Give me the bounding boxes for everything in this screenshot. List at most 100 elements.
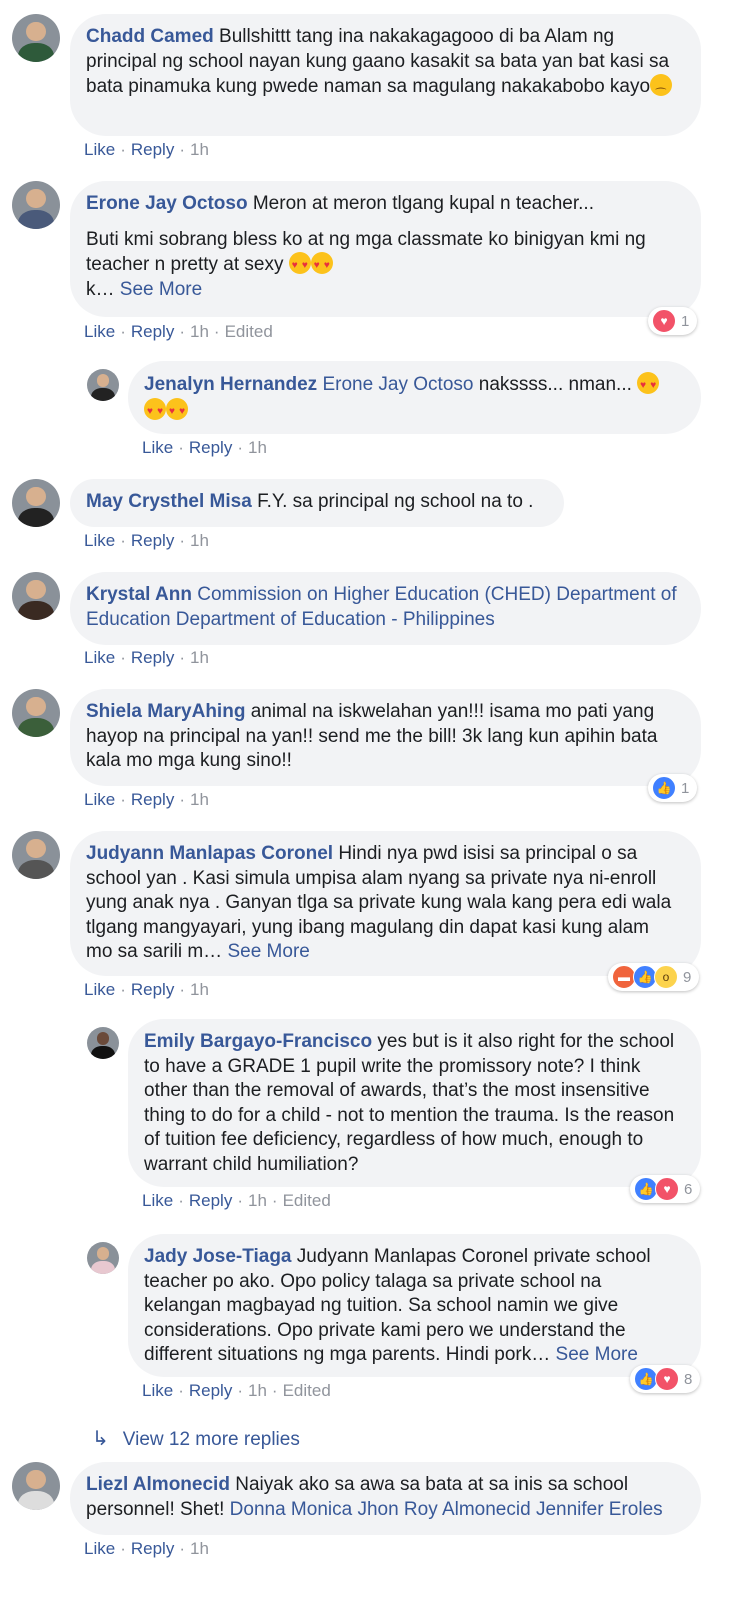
edited-label[interactable]: Edited	[283, 1381, 331, 1400]
commenter-name[interactable]: Shiela MaryAhing	[86, 701, 245, 722]
reply-link[interactable]: Reply	[131, 980, 174, 999]
commenter-name[interactable]: Jenalyn Hernandez	[144, 374, 317, 395]
commenter-name[interactable]: Judyann Manlapas Coronel	[86, 843, 333, 864]
reply-arrow-icon: ↳	[92, 1428, 109, 1450]
reaction-summary[interactable]: 👍 1	[648, 774, 698, 802]
like-link[interactable]: Like	[142, 438, 173, 457]
comment-text: k…	[86, 278, 115, 300]
timestamp[interactable]: 1h	[248, 1191, 267, 1210]
mention-link[interactable]: Donna Monica Jhon Roy Almonecid Jennifer…	[230, 1499, 663, 1520]
like-link[interactable]: Like	[142, 1381, 173, 1400]
timestamp[interactable]: 1h	[190, 648, 209, 667]
like-link[interactable]: Like	[84, 648, 115, 667]
avatar[interactable]	[12, 14, 60, 62]
comment-bubble: Liezl Almonecid Naiyak ako sa awa sa bat…	[70, 1462, 701, 1535]
comment-actions: Like · Reply · 1h	[84, 140, 209, 159]
comment-actions: Like · Reply · 1h	[84, 980, 209, 999]
avatar[interactable]	[12, 572, 60, 620]
avatar[interactable]	[87, 1027, 119, 1059]
reply-link[interactable]: Reply	[189, 1191, 232, 1210]
see-more-link[interactable]: See More	[120, 279, 202, 300]
wow-reaction-icon: o	[654, 965, 678, 989]
avatar[interactable]	[87, 1242, 119, 1274]
timestamp[interactable]: 1h	[190, 531, 209, 550]
like-link[interactable]: Like	[84, 531, 115, 550]
timestamp[interactable]: 1h	[190, 980, 209, 999]
sad-emoji-icon	[650, 74, 673, 96]
view-more-replies-label[interactable]: View 12 more replies	[123, 1429, 300, 1450]
comment-actions: Like · Reply · 1h	[142, 438, 267, 457]
comment-bubble: Erone Jay Octoso Meron at meron tlgang k…	[70, 181, 701, 317]
reply-link[interactable]: Reply	[131, 322, 174, 341]
love-reaction-icon: ♥	[655, 1177, 679, 1201]
reply-link[interactable]: Reply	[131, 1539, 174, 1558]
heart-eyes-emoji-icon	[144, 397, 166, 424]
reply-link[interactable]: Reply	[131, 790, 174, 809]
like-link[interactable]: Like	[84, 1539, 115, 1558]
commenter-name[interactable]: Erone Jay Octoso	[86, 193, 248, 214]
see-more-link[interactable]: See More	[556, 1344, 638, 1365]
reaction-summary[interactable]: ▬ 👍 o 9	[608, 963, 700, 991]
like-link[interactable]: Like	[142, 1191, 173, 1210]
timestamp[interactable]: 1h	[248, 1381, 267, 1400]
comment-text: nakssss... nman...	[478, 374, 632, 395]
avatar[interactable]	[12, 479, 60, 527]
comment-text: Meron at meron tlgang kupal n teacher...	[252, 193, 594, 214]
timestamp[interactable]: 1h	[248, 438, 267, 457]
edited-label[interactable]: Edited	[283, 1191, 331, 1210]
avatar[interactable]	[12, 689, 60, 737]
timestamp[interactable]: 1h	[190, 790, 209, 809]
avatar[interactable]	[12, 1462, 60, 1510]
heart-eyes-emoji-icon	[166, 397, 188, 424]
like-link[interactable]: Like	[84, 140, 115, 159]
comment-actions: Like · Reply · 1h	[84, 531, 209, 550]
avatar[interactable]	[87, 369, 119, 401]
reaction-count: 1	[681, 312, 690, 330]
comment-bubble: Emily Bargayo-Francisco yes but is it al…	[128, 1019, 701, 1187]
comment-bubble: Shiela MaryAhing animal na iskwelahan ya…	[70, 689, 701, 786]
timestamp[interactable]: 1h	[190, 1539, 209, 1558]
see-more-link[interactable]: See More	[227, 941, 309, 962]
heart-eyes-emoji-icon	[288, 252, 311, 279]
heart-eyes-emoji-icon	[637, 372, 660, 399]
like-link[interactable]: Like	[84, 980, 115, 999]
timestamp[interactable]: 1h	[190, 140, 209, 159]
comment-actions: Like · Reply · 1h	[84, 790, 209, 809]
reaction-count: 1	[681, 779, 690, 797]
commenter-name[interactable]: May Crysthel Misa	[86, 491, 252, 512]
reaction-summary[interactable]: 👍 ♥ 8	[630, 1365, 701, 1393]
comment-bubble: May Crysthel Misa F.Y. sa principal ng s…	[70, 479, 564, 527]
reaction-summary[interactable]: ♥ 1	[648, 307, 698, 335]
commenter-name[interactable]: Chadd Camed	[86, 26, 214, 47]
mention-link[interactable]: Erone Jay Octoso	[322, 374, 473, 395]
reaction-count: 6	[684, 1180, 693, 1198]
comment-bubble: Judyann Manlapas Coronel Hindi nya pwd i…	[70, 831, 701, 976]
commenter-name[interactable]: Jady Jose-Tiaga	[144, 1246, 292, 1267]
comment-bubble: Chadd Camed Bullshittt tang ina nakakaga…	[70, 14, 701, 136]
comment-actions: Like · Reply · 1h	[84, 1539, 209, 1558]
commenter-name[interactable]: Liezl Almonecid	[86, 1474, 230, 1495]
reply-link[interactable]: Reply	[189, 1381, 232, 1400]
comment-text: yes but is it also right for the school …	[144, 1031, 675, 1175]
comment-text: Buti kmi sobrang bless ko at ng mga clas…	[86, 228, 646, 276]
avatar[interactable]	[12, 831, 60, 879]
comment-actions: Like · Reply · 1h · Edited	[142, 1381, 331, 1400]
like-link[interactable]: Like	[84, 322, 115, 341]
comment-actions: Like · Reply · 1h	[84, 648, 209, 667]
like-reaction-icon: 👍	[652, 776, 676, 800]
reply-link[interactable]: Reply	[131, 140, 174, 159]
reply-link[interactable]: Reply	[131, 648, 174, 667]
avatar[interactable]	[12, 181, 60, 229]
reaction-count: 8	[684, 1370, 693, 1388]
edited-label[interactable]: Edited	[225, 322, 273, 341]
view-more-replies-link[interactable]: ↳ View 12 more replies	[92, 1426, 300, 1451]
timestamp[interactable]: 1h	[190, 322, 209, 341]
commenter-name[interactable]: Krystal Ann	[86, 584, 192, 605]
reply-link[interactable]: Reply	[131, 531, 174, 550]
like-link[interactable]: Like	[84, 790, 115, 809]
reaction-summary[interactable]: 👍 ♥ 6	[630, 1175, 701, 1203]
comment-actions: Like · Reply · 1h · Edited	[84, 322, 273, 341]
reply-link[interactable]: Reply	[189, 438, 232, 457]
commenter-name[interactable]: Emily Bargayo-Francisco	[144, 1031, 372, 1052]
comment-actions: Like · Reply · 1h · Edited	[142, 1191, 331, 1210]
